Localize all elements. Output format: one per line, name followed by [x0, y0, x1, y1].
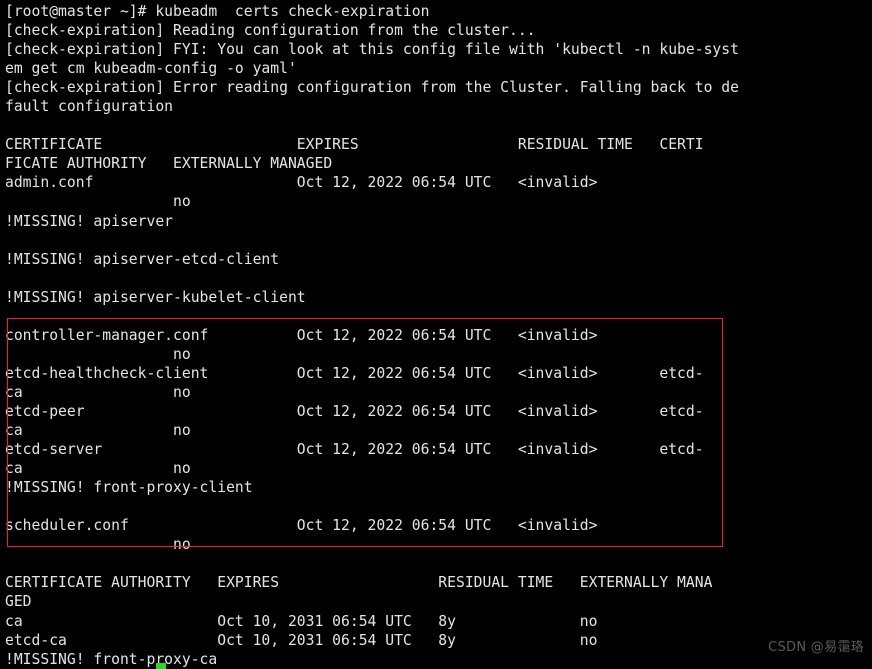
table-row: etcd-healthcheck-client Oct 12, 2022 06:… — [5, 364, 704, 382]
terminal-window[interactable]: [root@master ~]# kubeadm certs check-exp… — [0, 0, 872, 669]
table-row: !MISSING! apiserver-kubelet-client — [5, 288, 306, 306]
table-row-wrap: ca no — [5, 460, 191, 478]
terminal-cursor — [156, 663, 166, 669]
terminal-line: em get cm kubeadm-config -o yaml' — [5, 60, 297, 78]
table-row-wrap: no — [5, 193, 191, 211]
csdn-watermark: CSDN @易霭珞 — [768, 639, 864, 655]
table-row: ca Oct 10, 2031 06:54 UTC 8y no — [5, 612, 598, 630]
table-row: etcd-server Oct 12, 2022 06:54 UTC <inva… — [5, 441, 704, 459]
table-row: !MISSING! front-proxy-ca — [5, 650, 218, 668]
table-row: etcd-peer Oct 12, 2022 06:54 UTC <invali… — [5, 402, 704, 420]
table-row: !MISSING! front-proxy-client — [5, 479, 253, 497]
terminal-line: fault configuration — [5, 98, 174, 116]
cert-table-header: CERTIFICATE EXPIRES RESIDUAL TIME CERTI — [5, 136, 704, 154]
table-row-wrap: ca no — [5, 422, 191, 440]
cert-table-header-wrap: FICATE AUTHORITY EXTERNALLY MANAGED — [5, 155, 333, 173]
table-row: controller-manager.conf Oct 12, 2022 06:… — [5, 326, 598, 344]
terminal-line: [root@master ~]# kubeadm certs check-exp… — [5, 3, 430, 20]
terminal-output: [root@master ~]# kubeadm certs check-exp… — [5, 2, 872, 669]
ca-table-header: CERTIFICATE AUTHORITY EXPIRES RESIDUAL T… — [5, 574, 713, 592]
terminal-line: [check-expiration] FYI: You can look at … — [5, 41, 739, 59]
terminal-line: [check-expiration] Reading configuration… — [5, 22, 536, 40]
table-row-wrap: ca no — [5, 383, 191, 401]
terminal-line: [check-expiration] Error reading configu… — [5, 79, 739, 97]
ca-table-header-wrap: GED — [5, 593, 32, 611]
table-row-wrap: no — [5, 536, 191, 554]
table-row-wrap: no — [5, 345, 191, 363]
table-row: !MISSING! apiserver — [5, 212, 174, 230]
table-row: etcd-ca Oct 10, 2031 06:54 UTC 8y no — [5, 631, 598, 649]
table-row: scheduler.conf Oct 12, 2022 06:54 UTC <i… — [5, 517, 598, 535]
table-row: admin.conf Oct 12, 2022 06:54 UTC <inval… — [5, 174, 598, 192]
table-row: !MISSING! apiserver-etcd-client — [5, 250, 280, 268]
